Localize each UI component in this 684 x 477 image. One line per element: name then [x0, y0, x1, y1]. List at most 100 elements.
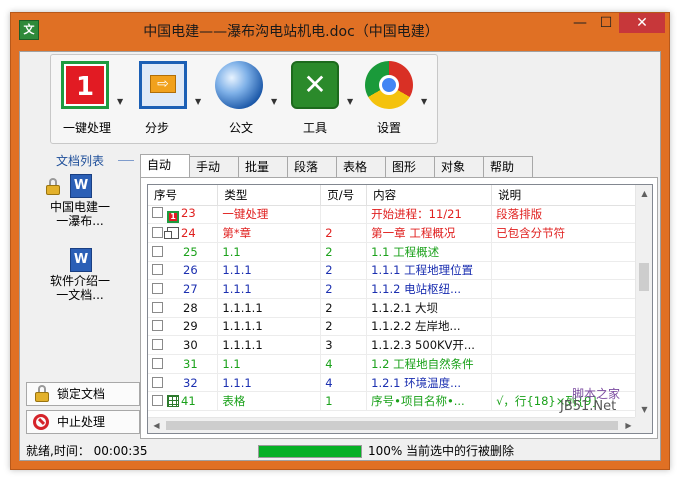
cell-content: 1.1 工程概述: [366, 242, 493, 262]
row-checkbox[interactable]: [152, 320, 163, 332]
document-item[interactable]: W 软件介绍一 一文档...: [26, 246, 134, 302]
column-header-content[interactable]: 内容: [366, 185, 493, 206]
table-row[interactable]: 29 1.1.1.1 2 1.1.2.2 左岸地...: [148, 317, 636, 337]
word-document-icon: W: [70, 174, 92, 198]
document-button[interactable]: ▼ 公文: [215, 61, 285, 139]
globe-icon: [215, 61, 263, 109]
document-label: 公文: [229, 121, 254, 135]
cell-type: 表格: [217, 391, 322, 412]
document-list-panel: 文档列表 W 中国电建一 一瀑布... W 软件介绍一 一文档... 锁定文档: [22, 148, 140, 438]
tab-batch[interactable]: 批量: [238, 156, 288, 178]
one-click-label: 一键处理: [63, 121, 112, 135]
row-checkbox[interactable]: [152, 264, 163, 276]
lock-icon: [46, 178, 60, 195]
cell-note: [491, 279, 636, 299]
cell-content: 1.1.2.3 500KV开...: [366, 335, 493, 355]
progress-fill: [259, 446, 361, 457]
cell-note: 已包含分节符: [491, 223, 636, 243]
cell-number-text: 32: [183, 375, 198, 390]
cell-content-text: 1.1.2.1 大坝: [371, 300, 439, 315]
row-checkbox[interactable]: [152, 339, 163, 351]
cell-type: 1.1.1: [217, 373, 322, 393]
status-message: 当前选中的行被删除: [406, 444, 515, 458]
row-checkbox[interactable]: [152, 301, 163, 313]
vertical-scrollbar[interactable]: ▲ ▼: [635, 185, 652, 418]
stop-processing-button[interactable]: 中止处理: [26, 410, 140, 434]
cell-note: [491, 298, 636, 318]
title-bar[interactable]: 文 中国电建——瀑布沟电站机电.doc（中国电建） — ☐ ✕: [11, 13, 669, 51]
row-checkbox[interactable]: [152, 206, 163, 218]
settings-button[interactable]: ▼ 设置: [365, 61, 435, 139]
cell-number-text: 26: [183, 263, 198, 278]
row-checkbox[interactable]: [152, 245, 163, 257]
cell-page-text: 4: [325, 375, 333, 390]
row-checkbox[interactable]: [152, 227, 163, 239]
cell-type: 1.1: [217, 242, 322, 262]
cell-type: 第*章: [217, 223, 322, 243]
one-click-button[interactable]: 1 ▼ 一键处理: [61, 61, 131, 139]
cell-content: 开始进程：11/21: [366, 205, 493, 225]
tab-auto[interactable]: 自动: [140, 154, 190, 178]
table-row[interactable]: 24 第*章 2 第一章 工程概况 已包含分节符: [148, 223, 636, 243]
document-name-line2: 一瀑布...: [56, 214, 104, 228]
tab-paragraph[interactable]: 段落: [287, 156, 337, 178]
table-row[interactable]: 30 1.1.1.1 3 1.1.2.3 500KV开...: [148, 335, 636, 355]
table-row[interactable]: 28 1.1.1.1 2 1.1.2.1 大坝: [148, 298, 636, 318]
progress-bar: [258, 445, 362, 458]
column-header-page[interactable]: 页/号: [320, 185, 368, 206]
cell-page-text: 2: [325, 319, 333, 334]
cell-number-text: 41: [181, 394, 196, 409]
tools-icon: ✕: [291, 61, 339, 109]
tab-object[interactable]: 对象: [434, 156, 484, 178]
lock-document-button[interactable]: 锁定文档: [26, 382, 140, 406]
dropdown-arrow-icon[interactable]: ▼: [195, 97, 201, 106]
dropdown-arrow-icon[interactable]: ▼: [347, 97, 353, 106]
vertical-scroll-thumb[interactable]: [639, 263, 649, 291]
table-row[interactable]: 26 1.1.1 2 1.1.1 工程地理位置: [148, 261, 636, 281]
tab-help[interactable]: 帮助: [483, 156, 533, 178]
table-row[interactable]: 27 1.1.1 2 1.1.2 电站枢纽...: [148, 279, 636, 299]
table-row[interactable]: 1 23 一键处理 开始进程：11/21 段落排版: [148, 205, 636, 225]
row-checkbox[interactable]: [152, 376, 163, 388]
cell-number: 29: [148, 317, 219, 337]
document-item[interactable]: W 中国电建一 一瀑布...: [26, 172, 134, 228]
column-header-number[interactable]: 序号: [148, 185, 219, 206]
dropdown-arrow-icon[interactable]: ▼: [117, 97, 123, 106]
cell-number: 25: [148, 242, 219, 262]
row-checkbox[interactable]: [152, 357, 163, 369]
row-checkbox[interactable]: [152, 395, 163, 407]
horizontal-scrollbar[interactable]: ◀ ▶: [148, 417, 637, 433]
table-row[interactable]: 31 1.1 4 1.2 工程地自然条件: [148, 354, 636, 374]
cell-note: [491, 317, 636, 337]
scroll-up-icon[interactable]: ▲: [636, 185, 652, 202]
one-click-icon: 1: [167, 210, 179, 223]
tab-manual[interactable]: 手动: [189, 156, 239, 178]
cell-page: 2: [320, 317, 368, 337]
settings-label: 设置: [377, 121, 402, 135]
horizontal-scroll-thumb[interactable]: [166, 421, 618, 430]
close-icon[interactable]: ✕: [619, 13, 665, 33]
tools-button[interactable]: ✕ ▼ 工具: [291, 61, 361, 139]
tab-table[interactable]: 表格: [336, 156, 386, 178]
watermark-line2: JB51.Net: [560, 399, 617, 414]
column-header-note[interactable]: 说明: [491, 185, 636, 206]
step-button[interactable]: ⇨ ▼ 分步: [139, 61, 209, 139]
maximize-icon[interactable]: ☐: [593, 13, 619, 33]
paragraph-icon: [164, 227, 179, 240]
cell-content: 1.1.1 工程地理位置: [366, 261, 493, 281]
cell-note: [491, 242, 636, 262]
progress-percent: 100%: [368, 444, 403, 458]
row-checkbox[interactable]: [152, 283, 163, 295]
column-header-type[interactable]: 类型: [217, 185, 322, 206]
scroll-left-icon[interactable]: ◀: [148, 417, 165, 433]
minimize-icon[interactable]: —: [567, 13, 593, 33]
tab-graphics[interactable]: 图形: [385, 156, 435, 178]
cell-type: 一键处理: [217, 205, 322, 225]
dropdown-arrow-icon[interactable]: ▼: [421, 97, 427, 106]
dropdown-arrow-icon[interactable]: ▼: [271, 97, 277, 106]
cell-number: 26: [148, 261, 219, 281]
cell-number-text: 31: [183, 356, 198, 371]
cell-type: 1.1.1: [217, 261, 322, 281]
cell-content: 1.2.1 环境温度...: [366, 373, 493, 393]
table-row[interactable]: 25 1.1 2 1.1 工程概述: [148, 242, 636, 262]
